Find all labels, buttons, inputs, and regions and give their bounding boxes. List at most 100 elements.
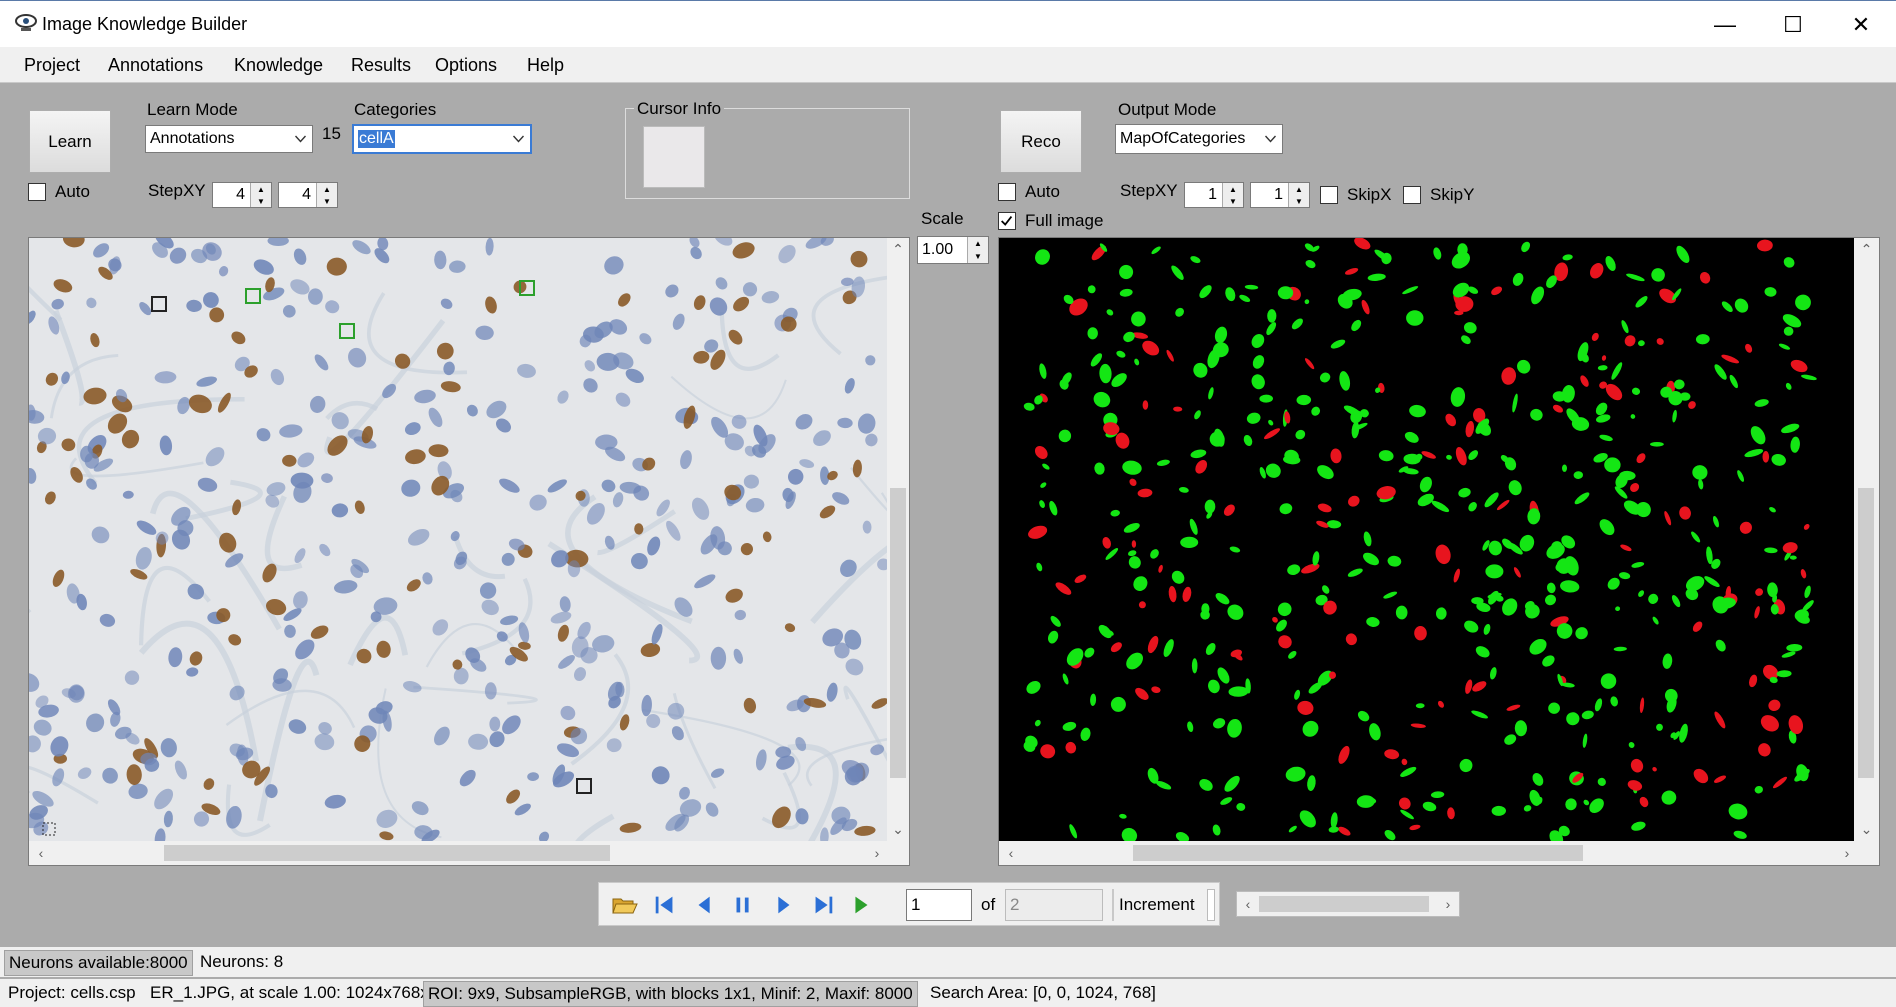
close-button[interactable]: ✕ — [1826, 1, 1896, 48]
menu-knowledge[interactable]: Knowledge — [234, 55, 323, 76]
categories-select[interactable]: cellA — [352, 124, 532, 154]
increment-field[interactable] — [1207, 889, 1215, 921]
negative-cell-blob — [1628, 741, 1635, 749]
scroll-right-icon[interactable]: › — [865, 841, 889, 865]
spin-down-icon[interactable]: ▼ — [968, 250, 988, 263]
negative-cell-blob — [1661, 790, 1677, 805]
negative-cell-blob — [1728, 803, 1748, 820]
positive-cell-blob — [1692, 621, 1703, 632]
scroll-left-icon[interactable]: ‹ — [999, 841, 1023, 865]
positive-cell-blob — [1445, 413, 1457, 427]
maximize-button[interactable]: ☐ — [1758, 1, 1828, 48]
reco-auto-checkbox[interactable] — [998, 183, 1016, 201]
total-pages-field: 2 — [1005, 889, 1103, 921]
last-page-icon[interactable] — [809, 891, 837, 919]
skipx-checkbox[interactable] — [1320, 186, 1338, 204]
scroll-left-icon[interactable]: ‹ — [29, 841, 53, 865]
scroll-right-icon[interactable]: › — [1835, 841, 1859, 865]
negative-cell-blob — [1415, 703, 1425, 709]
first-page-icon[interactable] — [651, 891, 679, 919]
reco-auto-label: Auto — [1025, 182, 1060, 201]
skipy-label: SkipY — [1430, 185, 1475, 204]
minimize-button[interactable]: — — [1690, 1, 1760, 48]
learn-step-x-spinner[interactable]: 4 ▲ ▼ — [212, 182, 272, 208]
positive-cell-blob — [1195, 460, 1208, 474]
negative-cell-blob — [1156, 459, 1170, 466]
output-mode-select[interactable]: MapOfCategories — [1115, 124, 1283, 154]
scroll-down-icon[interactable]: ⌄ — [887, 818, 909, 840]
source-vertical-scrollbar[interactable]: ⌃ ⌄ — [887, 238, 909, 841]
menu-results[interactable]: Results — [351, 55, 411, 76]
play-icon[interactable] — [847, 891, 875, 919]
scroll-up-icon[interactable]: ⌃ — [887, 238, 909, 260]
scrollbar-thumb[interactable] — [1858, 488, 1874, 778]
previous-page-icon[interactable] — [691, 891, 719, 919]
negative-cell-blob — [1151, 246, 1161, 255]
negative-cell-blob — [1119, 813, 1127, 819]
negative-cell-blob — [1754, 785, 1763, 794]
full-image-checkbox[interactable] — [998, 212, 1016, 230]
status-bar-top: Neurons available:8000 Neurons: 8 — [0, 947, 1896, 977]
menu-project[interactable]: Project — [24, 55, 80, 76]
positive-cell-blob — [1630, 758, 1644, 773]
result-map-canvas[interactable] — [999, 238, 1854, 841]
negative-cell-blob — [1110, 509, 1120, 517]
reco-button[interactable]: Reco — [1000, 110, 1082, 173]
negative-cell-blob — [1783, 326, 1794, 336]
reco-step-x-spinner[interactable]: 1 ▲ ▼ — [1184, 182, 1244, 208]
scroll-up-icon[interactable]: ⌃ — [1854, 238, 1879, 260]
scrollbar-thumb[interactable] — [164, 845, 610, 861]
negative-cell-blob — [1545, 594, 1556, 606]
negative-cell-blob — [1296, 394, 1312, 406]
result-vertical-scrollbar[interactable]: ⌃ ⌄ — [1854, 238, 1879, 841]
source-image-canvas[interactable] — [29, 238, 887, 841]
scroll-right-icon[interactable]: › — [1437, 892, 1459, 916]
spin-down-icon[interactable]: ▼ — [1289, 195, 1309, 207]
positive-cell-blob — [1590, 263, 1604, 279]
scroll-left-icon[interactable]: ‹ — [1237, 892, 1259, 916]
scrollbar-thumb[interactable] — [1133, 845, 1583, 861]
negative-cell-blob — [1527, 508, 1541, 525]
spin-up-icon[interactable]: ▲ — [1223, 183, 1243, 195]
source-horizontal-scrollbar[interactable]: ‹ › — [29, 841, 909, 865]
menu-annotations[interactable]: Annotations — [108, 55, 203, 76]
next-page-icon[interactable] — [769, 891, 797, 919]
spin-up-icon[interactable]: ▲ — [968, 237, 988, 250]
learn-auto-checkbox[interactable] — [28, 183, 46, 201]
increment-slider[interactable]: ‹ › — [1236, 891, 1460, 917]
menu-options[interactable]: Options — [435, 55, 497, 76]
spin-up-icon[interactable]: ▲ — [251, 183, 271, 195]
open-folder-icon[interactable] — [611, 891, 639, 919]
scale-spinner[interactable]: 1.00 ▲ ▼ — [917, 236, 989, 264]
reco-step-y-spinner[interactable]: 1 ▲ ▼ — [1250, 182, 1310, 208]
skipy-checkbox[interactable] — [1403, 186, 1421, 204]
spin-up-icon[interactable]: ▲ — [317, 183, 337, 195]
positive-cell-blob — [1297, 700, 1314, 715]
menu-help[interactable]: Help — [527, 55, 564, 76]
negative-cell-blob — [1635, 296, 1648, 308]
page-number-input[interactable]: 1 — [906, 889, 972, 921]
negative-cell-blob — [1110, 696, 1126, 712]
learn-button[interactable]: Learn — [29, 110, 111, 173]
positive-cell-blob — [1788, 715, 1804, 735]
spin-up-icon[interactable]: ▲ — [1289, 183, 1309, 195]
negative-cell-blob — [1402, 286, 1419, 295]
negative-cell-blob — [1384, 829, 1396, 841]
pause-icon[interactable] — [729, 891, 757, 919]
negative-cell-blob — [1208, 679, 1220, 694]
spin-down-icon[interactable]: ▼ — [317, 195, 337, 207]
positive-cell-blob — [1601, 355, 1607, 361]
spin-down-icon[interactable]: ▼ — [1223, 195, 1243, 207]
result-horizontal-scrollbar[interactable]: ‹ › — [999, 841, 1879, 865]
learn-mode-select[interactable]: Annotations — [145, 125, 313, 153]
positive-cell-blob — [1304, 358, 1315, 370]
slider-thumb[interactable] — [1259, 896, 1429, 912]
negative-cell-blob — [1268, 419, 1274, 426]
positive-cell-blob — [1338, 826, 1351, 836]
positive-cell-blob — [1301, 563, 1320, 574]
learn-step-y-spinner[interactable]: 4 ▲ ▼ — [278, 182, 338, 208]
negative-cell-blob — [1058, 429, 1072, 443]
scrollbar-thumb[interactable] — [890, 488, 906, 778]
scroll-down-icon[interactable]: ⌄ — [1854, 818, 1879, 840]
spin-down-icon[interactable]: ▼ — [251, 195, 271, 207]
